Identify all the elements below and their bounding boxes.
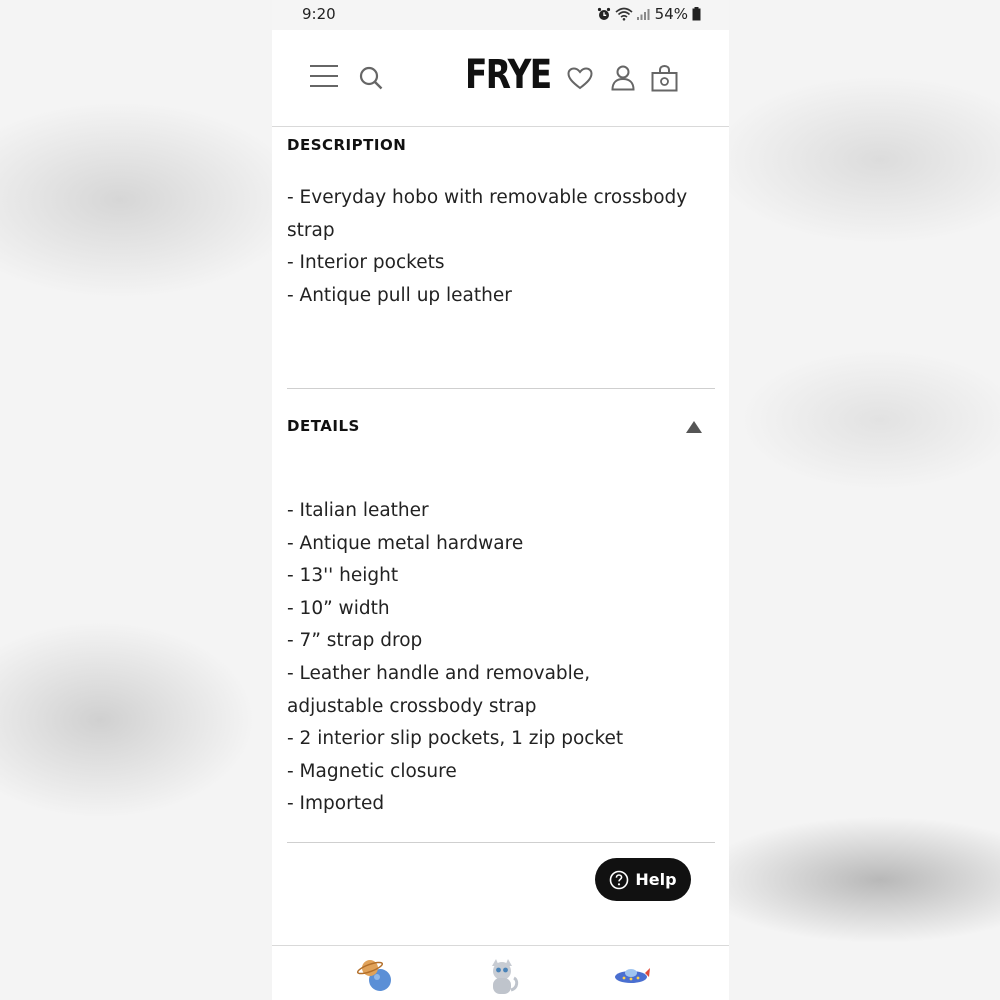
signal-icon [636,9,650,20]
status-bar: 9:20 54% [272,0,729,30]
bottom-sticker-bar [272,945,729,1000]
menu-icon[interactable] [309,64,339,88]
details-heading[interactable]: DETAILS [287,417,360,435]
details-line: - Antique metal hardware [287,532,524,554]
details-line: - 10” width [287,597,390,619]
frye-logo[interactable]: FRYE [465,52,552,98]
description-line: - Everyday hobo with removable crossbody [287,187,688,208]
collapse-triangle-icon[interactable] [685,420,703,434]
details-line: - 2 interior slip pockets, 1 zip pocket [287,728,624,750]
details-line: - Leather handle and removable, [287,662,591,684]
description-list: - Everyday hobo with removable crossbody… [287,182,687,312]
details-line: - 13'' height [287,565,399,587]
details-line: - Magnetic closure [287,760,457,782]
section-divider [287,842,715,843]
alarm-icon [597,7,610,20]
battery-percent: 54% [654,5,688,23]
wifi-icon [615,7,633,21]
details-line: - Imported [287,793,385,815]
bag-icon[interactable] [651,65,678,92]
details-line: - Italian leather [287,500,429,521]
help-label: Help [635,870,677,889]
help-button[interactable]: Help [595,858,691,901]
heart-icon[interactable] [567,67,593,90]
question-icon [610,870,629,889]
description-line: strap [287,219,335,241]
status-icons: 54% [597,5,701,23]
search-icon[interactable] [359,66,383,90]
battery-icon [692,7,701,21]
spaceship-sticker-icon[interactable] [612,964,650,988]
site-header: FRYE [272,30,729,127]
account-icon[interactable] [611,65,635,91]
description-line: - Interior pockets [287,252,445,274]
cat-sticker-icon[interactable] [482,958,522,998]
phone-screen: 9:20 54% FRYE DESCRIPTION - Everyday hob… [272,0,729,1000]
status-time: 9:20 [302,5,336,23]
section-divider [287,388,715,389]
details-line: - 7” strap drop [287,630,423,652]
planet-sticker-icon[interactable] [356,958,396,994]
description-heading[interactable]: DESCRIPTION [287,136,406,154]
details-list: - Italian leather - Antique metal hardwa… [287,495,623,821]
details-line: adjustable crossbody strap [287,695,537,717]
description-line: - Antique pull up leather [287,284,512,306]
